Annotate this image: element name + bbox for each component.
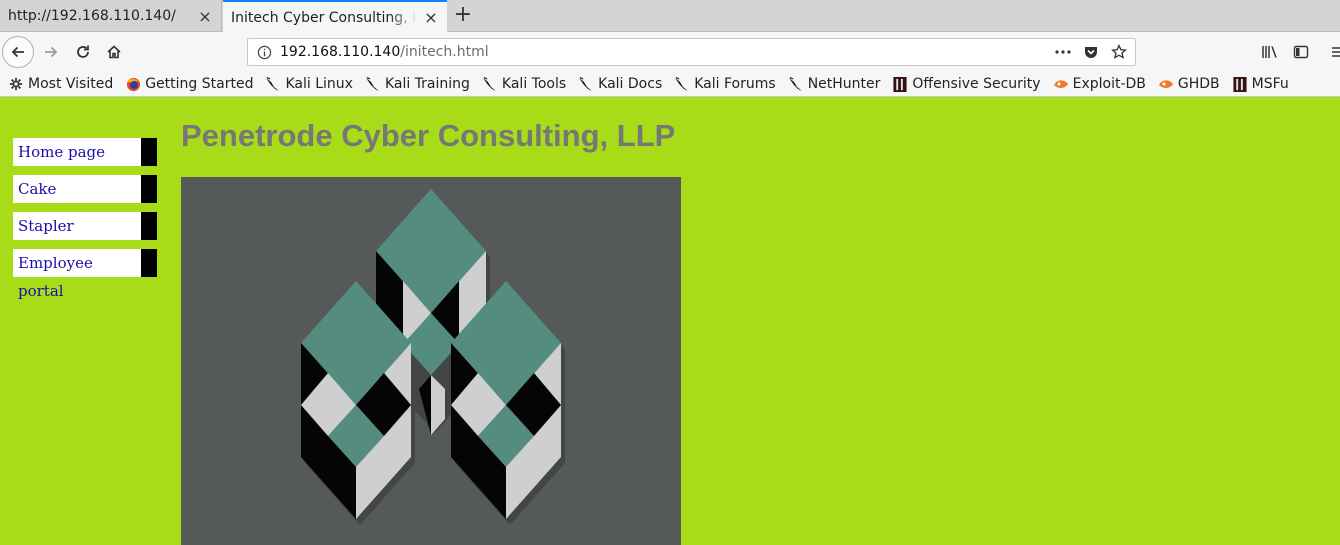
bookmark-kali-training[interactable]: Kali Training (365, 76, 470, 92)
forward-button[interactable] (36, 37, 66, 67)
bookmark-star-icon[interactable] (1109, 42, 1129, 62)
exploitdb-icon (1053, 76, 1069, 92)
url-host: 192.168.110.140 (280, 44, 401, 60)
company-logo (181, 177, 681, 545)
bookmark-offensive-security[interactable]: Offensive Security (892, 76, 1041, 92)
kali-dragon-icon (482, 76, 498, 92)
offsec-icon (1232, 76, 1248, 92)
page-content: Home page Cake Stapler Employee portal P… (0, 98, 1340, 545)
sidebar-button[interactable] (1286, 37, 1316, 67)
tab-ip-address[interactable]: http://192.168.110.140/ × (0, 0, 222, 32)
page-title: Penetrode Cyber Consulting, LLP (181, 118, 676, 153)
tab-strip: http://192.168.110.140/ × Initech Cyber … (0, 0, 1340, 33)
bookmark-label: Most Visited (28, 76, 114, 92)
nav-link-cake[interactable]: Cake (13, 175, 157, 203)
kali-dragon-icon (674, 76, 690, 92)
library-button[interactable] (1255, 37, 1285, 67)
bookmark-most-visited[interactable]: Most Visited (8, 76, 113, 92)
close-tab-icon[interactable]: × (423, 8, 439, 27)
bookmark-nethunter[interactable]: NetHunter (788, 76, 881, 92)
bookmark-label: Exploit-DB (1072, 76, 1146, 92)
bookmark-msfu[interactable]: MSFu (1232, 76, 1289, 92)
company-logo-graphic (301, 189, 565, 525)
tab-title: http://192.168.110.140/ (8, 8, 176, 24)
kali-dragon-icon (578, 76, 594, 92)
url-bar[interactable]: 192.168.110.140/initech.html (247, 38, 1136, 66)
back-button[interactable] (2, 36, 34, 68)
bookmark-label: GHDB (1177, 76, 1220, 92)
bookmark-kali-linux[interactable]: Kali Linux (265, 76, 353, 92)
bookmark-label: Offensive Security (912, 76, 1041, 92)
bookmark-label: Kali Training (384, 76, 470, 92)
nav-link-home-page[interactable]: Home page (13, 138, 157, 166)
bookmarks-toolbar: Most Visited Getting Started Kali Linux Kal… (0, 72, 1340, 97)
home-button[interactable] (99, 37, 129, 67)
bookmark-ghdb[interactable]: GHDB (1158, 76, 1220, 92)
bookmark-kali-tools[interactable]: Kali Tools (482, 76, 566, 92)
tab-title: Initech Cyber Consulting, LLP (231, 9, 417, 26)
nav-link-stapler[interactable]: Stapler (13, 212, 157, 240)
sidebar-icon (1293, 45, 1309, 59)
reload-icon (77, 45, 89, 58)
forward-arrow-icon (45, 46, 58, 58)
menu-button[interactable] (1326, 37, 1340, 67)
bookmark-label: MSFu (1251, 76, 1289, 92)
exploitdb-icon (1158, 76, 1174, 92)
library-icon (1262, 46, 1277, 58)
bookmark-exploit-db[interactable]: Exploit-DB (1053, 76, 1146, 92)
pocket-icon[interactable] (1081, 42, 1101, 62)
hamburger-menu-icon (1332, 47, 1340, 57)
url-text: 192.168.110.140/initech.html (280, 44, 489, 60)
navigation-toolbar: 192.168.110.140/initech.html (0, 32, 1340, 72)
bookmark-label: NetHunter (807, 76, 881, 92)
url-path: /initech.html (400, 44, 489, 60)
bookmark-kali-docs[interactable]: Kali Docs (578, 76, 662, 92)
kali-dragon-icon (265, 76, 281, 92)
bookmark-label: Getting Started (145, 76, 254, 92)
tab-initech[interactable]: Initech Cyber Consulting, LLP × (223, 0, 447, 33)
reload-button[interactable] (68, 37, 98, 67)
kali-dragon-icon (788, 76, 804, 92)
bookmark-label: Kali Linux (285, 76, 353, 92)
close-tab-icon[interactable]: × (197, 7, 213, 26)
offsec-icon (892, 76, 908, 92)
bookmark-label: Kali Docs (598, 76, 663, 92)
new-tab-button[interactable]: + (450, 0, 476, 32)
bookmark-label: Kali Tools (501, 76, 567, 92)
gear-icon (8, 76, 24, 92)
bookmark-getting-started[interactable]: Getting Started (125, 76, 253, 92)
bookmark-label: Kali Forums (694, 76, 776, 92)
home-icon (107, 45, 121, 59)
side-navigation: Home page Cake Stapler Employee portal (13, 138, 157, 300)
firefox-icon (125, 76, 141, 92)
site-info-icon[interactable] (257, 45, 272, 60)
page-actions-icon[interactable] (1053, 42, 1073, 62)
bookmark-kali-forums[interactable]: Kali Forums (674, 76, 776, 92)
back-arrow-icon (11, 46, 24, 58)
kali-dragon-icon (365, 76, 381, 92)
nav-link-employee-portal[interactable]: Employee portal (13, 249, 157, 300)
